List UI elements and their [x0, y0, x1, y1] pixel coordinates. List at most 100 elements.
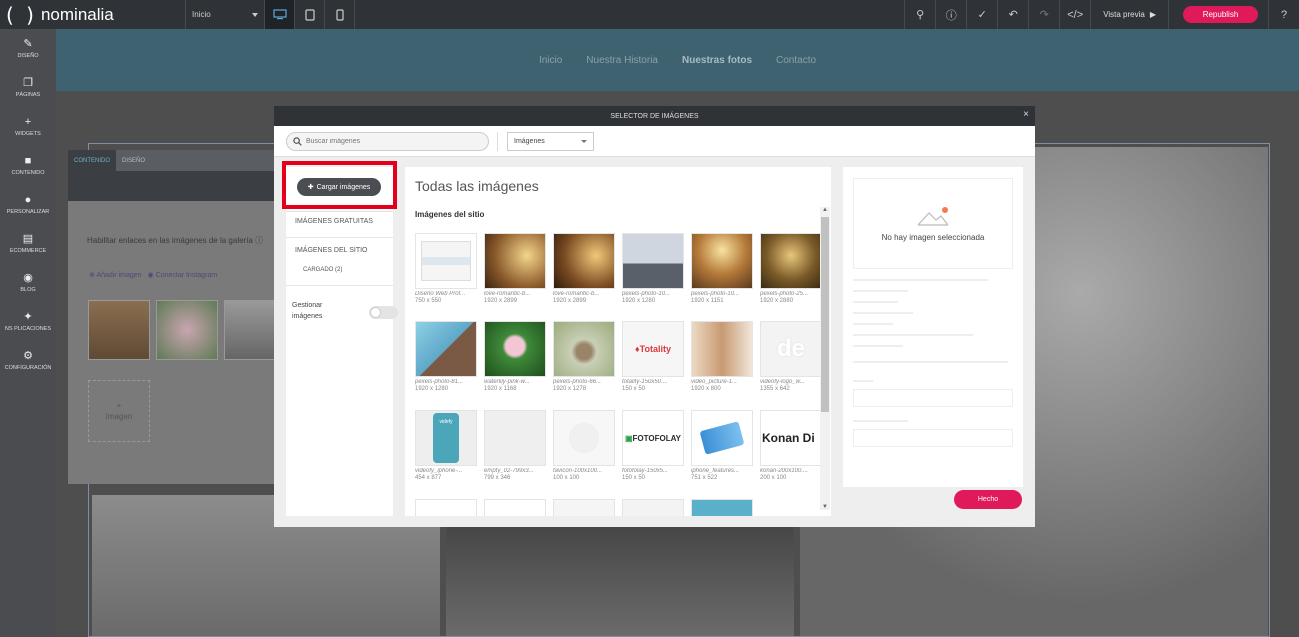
- image-name: pexels-photo-10...: [622, 291, 671, 297]
- site-nav-historia[interactable]: Nuestra Historia: [586, 55, 658, 66]
- site-nav-inicio[interactable]: Inicio: [539, 55, 562, 66]
- image-name: videofy_iphone-...: [415, 468, 463, 474]
- image-size: 1920 x 800: [691, 386, 721, 392]
- add-tile-plus: +: [116, 401, 122, 410]
- scrollbar-thumb[interactable]: [821, 217, 829, 412]
- image-tile[interactable]: pexels-photo-81... 1920 x 1280: [415, 321, 477, 392]
- tab-contenido[interactable]: Contenido: [68, 150, 116, 171]
- image-tile[interactable]: Konan Di konan-200x100.... 200 x 100: [760, 410, 822, 481]
- image-tile[interactable]: pexels-photo-10... 1920 x 1280: [622, 233, 684, 304]
- search-input[interactable]: [306, 138, 476, 145]
- library-scrollbar[interactable]: ▲ ▼: [820, 207, 830, 510]
- sidebar-item-label: NS PLICACIONES: [4, 325, 52, 332]
- gallery-thumbnail[interactable]: [156, 300, 218, 360]
- sidebar-item-configuracion[interactable]: ⚙ Configuración: [0, 341, 56, 380]
- search-button[interactable]: ⚲: [904, 0, 935, 29]
- sidebar-item-diseno[interactable]: ✎ Diseño: [0, 29, 56, 68]
- add-image-tile[interactable]: + Imagen: [88, 380, 150, 442]
- plus-icon: +: [24, 115, 32, 128]
- image-thumbnail: [622, 499, 684, 516]
- image-type-select[interactable]: Imágenes: [507, 132, 594, 151]
- image-tile[interactable]: de videofy-logo_w... 1355 x 642: [760, 321, 822, 392]
- done-button[interactable]: Hecho: [954, 490, 1022, 509]
- scroll-up-icon[interactable]: ▲: [822, 207, 828, 213]
- search-icon: [293, 137, 302, 146]
- image-tile[interactable]: ♦Totality totality-150x50.... 150 x 50: [622, 321, 684, 392]
- sidebar-item-contenido[interactable]: ■ Contenido: [0, 146, 56, 185]
- image-tile[interactable]: video_picture-1... 1920 x 800: [691, 321, 753, 392]
- scroll-down-icon[interactable]: ▼: [822, 504, 828, 510]
- code-button[interactable]: </>: [1059, 0, 1090, 29]
- add-image-link[interactable]: ⊕ Añadir imagen: [89, 271, 142, 279]
- check-button[interactable]: ✓: [966, 0, 997, 29]
- help-button[interactable]: ?: [1268, 0, 1299, 29]
- image-tile[interactable]: waterlily-pink-w... 1920 x 1168: [484, 321, 546, 392]
- image-tile[interactable]: favicon-100x100... 100 x 100: [553, 410, 615, 481]
- redo-button[interactable]: ↷: [1028, 0, 1059, 29]
- sidebar-item-paginas[interactable]: ❐ Páginas: [0, 68, 56, 107]
- preview-button[interactable]: Vista previa ▶: [1090, 0, 1168, 29]
- republish-button[interactable]: Republish: [1183, 6, 1258, 23]
- modal-title: Selector de imágenes: [610, 112, 699, 120]
- image-tile[interactable]: love-romantic-b... 1920 x 2899: [484, 233, 546, 304]
- image-name: pexels-photo-81...: [415, 379, 464, 385]
- image-tile[interactable]: videfy videofy_iphone-... 454 x 877: [415, 410, 477, 481]
- undo-button[interactable]: ↶: [997, 0, 1028, 29]
- sidebar-item-personalizar[interactable]: ● Personalizar: [0, 185, 56, 224]
- chat-icon: ◉: [23, 271, 33, 284]
- image-tile[interactable]: [691, 499, 753, 516]
- sidebar-item-aplicaciones[interactable]: ✦ NS PLICACIONES: [0, 302, 56, 341]
- sidebar-item-blog[interactable]: ◉ Blog: [0, 263, 56, 302]
- image-thumbnail: [484, 233, 546, 289]
- image-thumbnail: ♦Totality: [622, 321, 684, 377]
- nav-uploaded[interactable]: Cargado (2): [303, 267, 342, 273]
- plus-icon: ✚: [307, 184, 314, 191]
- nav-site-images[interactable]: Imágenes del sitio: [295, 247, 367, 254]
- info-button[interactable]: ⓘ: [935, 0, 966, 29]
- image-name: fotofolay-150x5...: [622, 468, 669, 474]
- image-tile[interactable]: Diseño Web Prof... 750 x 550: [415, 233, 477, 304]
- tablet-view-button[interactable]: [295, 0, 325, 29]
- connect-instagram-link[interactable]: ◉ Conectar Instagram: [148, 271, 218, 279]
- folder-icon: ■: [24, 154, 32, 167]
- placeholder-line: [853, 345, 903, 347]
- upload-images-button[interactable]: ✚ Cargar imágenes: [297, 178, 381, 196]
- image-tile[interactable]: empty_02-799x3... 799 x 346: [484, 410, 546, 481]
- person-icon: ●: [24, 193, 32, 206]
- tab-diseno[interactable]: Diseño: [116, 150, 151, 171]
- page-select-value: Inicio: [192, 10, 211, 19]
- image-tile[interactable]: [622, 499, 684, 516]
- image-size: 150 x 50: [622, 475, 646, 481]
- placeholder-line: [853, 380, 873, 382]
- close-icon[interactable]: ×: [1023, 110, 1029, 120]
- gallery-thumbnail[interactable]: [88, 300, 150, 360]
- sidebar-item-ecommerce[interactable]: ▤ Ecommerce: [0, 224, 56, 263]
- page-select[interactable]: Inicio: [185, 0, 265, 29]
- image-tile[interactable]: [553, 499, 615, 516]
- placeholder-line: [853, 312, 913, 314]
- image-tile[interactable]: ▣FOTOFOLAY fotofolay-150x5... 150 x 50: [622, 410, 684, 481]
- image-tile[interactable]: iphone_features... 751 x 522: [691, 410, 753, 481]
- site-nav-contacto[interactable]: Contacto: [776, 55, 816, 66]
- image-tile[interactable]: pexels-photo-10... 1920 x 1151: [691, 233, 753, 304]
- site-nav-fotos[interactable]: Nuestras fotos: [682, 55, 752, 66]
- image-tile[interactable]: pexels-photo-66... 1920 x 1278: [553, 321, 615, 392]
- puzzle-icon: ✦: [23, 310, 33, 323]
- nav-free-images[interactable]: Imágenes gratuitas: [295, 218, 373, 225]
- help-icon[interactable]: ⓘ: [255, 236, 263, 245]
- mobile-view-button[interactable]: [325, 0, 355, 29]
- image-tile[interactable]: love-romantic-b... 1920 x 2899: [553, 233, 615, 304]
- desktop-view-button[interactable]: [265, 0, 295, 29]
- nominalia-logo[interactable]: ( ) nominalia: [0, 0, 185, 29]
- image-thumbnail: [484, 321, 546, 377]
- image-thumbnail: [553, 233, 615, 289]
- image-tile[interactable]: [415, 499, 477, 516]
- nav-divider: [286, 285, 393, 286]
- manage-images-toggle[interactable]: [369, 306, 398, 319]
- add-image-link-label: Añadir imagen: [96, 272, 142, 279]
- image-name: totality-150x50....: [622, 379, 668, 385]
- sidebar-item-widgets[interactable]: + Widgets: [0, 107, 56, 146]
- image-thumbnail: [553, 321, 615, 377]
- image-tile[interactable]: [484, 499, 546, 516]
- image-tile[interactable]: pexels-photo-25... 1920 x 2880: [760, 233, 822, 304]
